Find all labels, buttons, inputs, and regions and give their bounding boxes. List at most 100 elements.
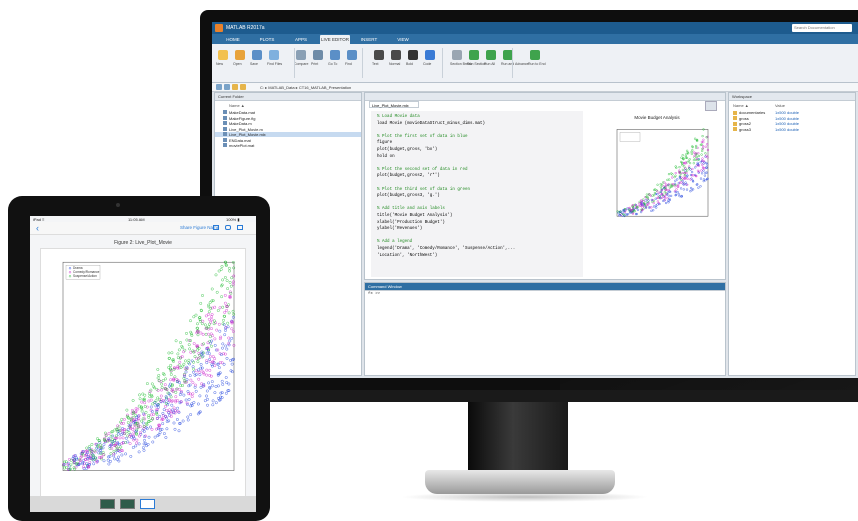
file-icon [223, 121, 227, 126]
file-item[interactable]: MakeData.mat [229, 110, 255, 115]
zoom-icon[interactable] [225, 225, 231, 230]
ribbon-button-icon[interactable] [530, 50, 540, 60]
plot-axes-box [62, 261, 235, 471]
ribbon-button-icon[interactable] [408, 50, 418, 60]
command-prompt[interactable]: fx >> [368, 292, 380, 296]
figure-canvas[interactable]: Drama Comedy/Romance Suspense/Action [40, 248, 246, 498]
ribbon-button-label[interactable]: Save [250, 62, 258, 66]
code-line: plot(budget,gross, 'bo') [377, 148, 438, 152]
ribbon-button-icon[interactable] [469, 50, 479, 60]
ribbon-tab[interactable]: LIVE EDITOR [320, 35, 350, 44]
ribbon-separator [512, 48, 513, 78]
code-comment-line: % Plot the second set of data in red [377, 167, 468, 172]
code-line: hold on [377, 154, 395, 159]
code-comment-line: % Add title and axis labels [377, 207, 445, 212]
figure-thumbnail-bar [30, 496, 256, 512]
matlab-logo-icon [215, 24, 223, 32]
ribbon-button-label[interactable]: Find [345, 62, 352, 66]
figure-title: Figure 2: Live_Plot_Movie [114, 240, 172, 246]
ribbon-separator [442, 48, 443, 78]
settings-icon[interactable] [237, 225, 243, 230]
ribbon-button-icon[interactable] [313, 50, 323, 60]
code-comment-line: % Add a legend [377, 240, 413, 245]
tablet-scatter-chart: DramaComedy/RomanceSuspense/Action [61, 260, 236, 471]
ribbon-button-label[interactable]: Run All [484, 62, 495, 66]
legend-entry: Suspense/Action [73, 274, 97, 278]
monitor-glare [560, 10, 858, 402]
export-icon[interactable] [213, 225, 219, 230]
code-line: plot(budget,gross2, 'r*') [377, 174, 440, 179]
monitor-chin [200, 390, 858, 402]
file-item[interactable]: ENData.mat [229, 138, 251, 143]
ribbon-tab[interactable]: APPS [286, 35, 316, 44]
file-icon [223, 110, 227, 115]
ribbon-button-icon[interactable] [391, 50, 401, 60]
browse-folder-icon[interactable] [240, 84, 246, 90]
ribbon-button-label[interactable]: Go To [328, 62, 337, 66]
file-item[interactable]: moviePlot.mat [229, 143, 254, 148]
ribbon-button-icon[interactable] [486, 50, 496, 60]
code-line: xlabel('Production Budget') [377, 220, 445, 225]
ribbon-tab[interactable]: PLOTS [252, 35, 282, 44]
code-line: legend('Drama', 'Comedy/Romance', 'Suspe… [377, 247, 516, 251]
ribbon-button-icon[interactable] [269, 50, 279, 60]
ribbon-button-label[interactable]: Bold [406, 62, 413, 66]
ribbon-button-label[interactable]: Run and Advance [501, 62, 529, 66]
figure-thumbnail-2[interactable] [120, 499, 135, 509]
ribbon-button-label[interactable]: Code [423, 62, 431, 66]
back-arrow-icon[interactable] [216, 84, 222, 90]
current-folder-title: Current Folder [215, 93, 361, 101]
ribbon-tab[interactable]: HOME [218, 35, 248, 44]
ribbon-button-label[interactable]: Print [311, 62, 318, 66]
code-comment-line: % Plot the first set of data in blue [377, 134, 468, 139]
code-line: plot(budget,gross3, 'g.') [377, 194, 440, 199]
code-line: title('Movie Budget Analysis') [377, 214, 453, 218]
file-item[interactable]: MakeData.m [229, 121, 252, 126]
ribbon-separator [294, 48, 295, 78]
ribbon-button-icon[interactable] [330, 50, 340, 60]
figure-thumbnail-1[interactable] [100, 499, 115, 509]
ribbon-button-icon[interactable] [296, 50, 306, 60]
ribbon-button-label[interactable]: Compare [294, 62, 308, 66]
ribbon-button-icon[interactable] [425, 50, 435, 60]
ribbon-button-label[interactable]: Text [372, 62, 378, 66]
file-item[interactable]: Live_Plot_Movie.mlx [229, 132, 266, 137]
ribbon-button-icon[interactable] [218, 50, 228, 60]
figure-thumbnail-3[interactable] [140, 499, 155, 509]
back-chevron-icon[interactable]: ‹ [36, 223, 39, 233]
file-item[interactable]: MakeFigure.fig [229, 116, 255, 121]
editor-tab[interactable]: Live_Plot_Movie.mlx [369, 101, 419, 108]
ribbon-button-label[interactable]: Run to End [528, 62, 546, 66]
ribbon-button-icon[interactable] [347, 50, 357, 60]
code-line: 'Location', 'NorthWest') [377, 253, 438, 258]
ribbon-button-icon[interactable] [252, 50, 262, 60]
tablet-camera [116, 203, 120, 207]
tablet-nav-bar: ‹ Share Figure Name [30, 222, 256, 235]
tablet-screen: iPad ≡ 11:05 AM 100% ▮ ‹ Share Figure Na… [30, 216, 256, 512]
ribbon-tab[interactable]: VIEW [388, 35, 418, 44]
ribbon-button-icon[interactable] [235, 50, 245, 60]
monitor-stand-base [425, 470, 615, 494]
ribbon-button-label[interactable]: New [216, 62, 223, 66]
folder-column-name[interactable]: Name ▲ [229, 103, 245, 108]
forward-arrow-icon[interactable] [224, 84, 230, 90]
code-comment-line: % Plot the third set of data in green [377, 187, 470, 192]
file-icon [223, 143, 227, 148]
file-icon [223, 132, 227, 137]
ribbon-button-label[interactable]: Open [233, 62, 242, 66]
code-line: load Movie (movieDataStruct_minus_dims.m… [377, 121, 486, 126]
window-title: MATLAB R2017a [226, 25, 265, 31]
code-line: figure [377, 141, 393, 146]
current-path[interactable]: C: ▸ MATLAB_Data ▸ CT16_MATLAB_Presentat… [260, 85, 351, 90]
file-icon [223, 115, 227, 120]
ribbon-button-label[interactable]: Normal [389, 62, 400, 66]
monitor-stand-neck [468, 402, 568, 472]
up-folder-icon[interactable] [232, 84, 238, 90]
ribbon-button-icon[interactable] [452, 50, 462, 60]
ribbon-button-icon[interactable] [374, 50, 384, 60]
ribbon-tab[interactable]: INSERT [354, 35, 384, 44]
ribbon-separator [362, 48, 363, 78]
code-comment-line: % Load Movie data [377, 115, 420, 119]
ribbon-button-label[interactable]: Find Files [267, 62, 282, 66]
file-icon [223, 137, 227, 142]
